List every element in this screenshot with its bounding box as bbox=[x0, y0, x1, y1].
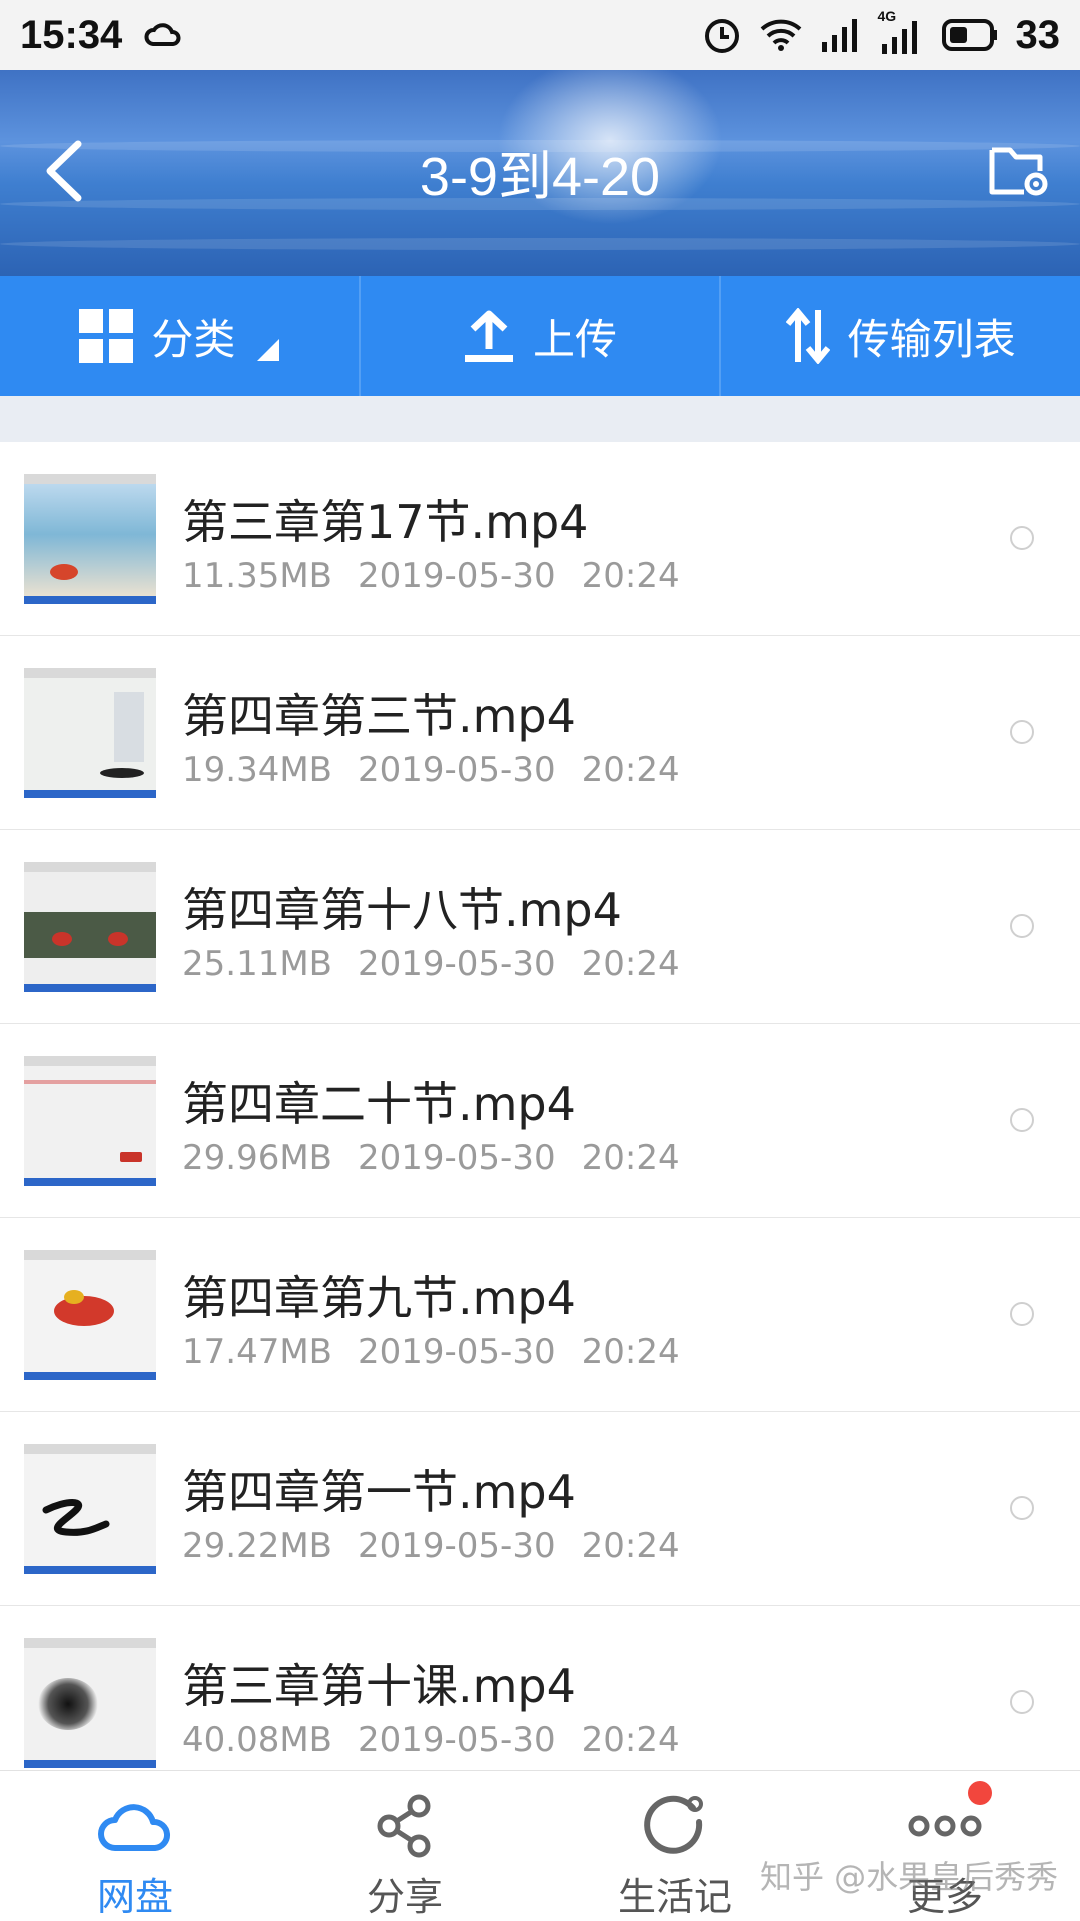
alarm-icon bbox=[702, 15, 742, 55]
select-radio[interactable] bbox=[1010, 526, 1034, 550]
category-label: 分类 bbox=[151, 314, 236, 364]
file-time: 20:24 bbox=[581, 944, 680, 984]
upload-label: 上传 bbox=[533, 314, 618, 364]
file-name: 第四章第一节.mp4 bbox=[182, 1465, 576, 1519]
bottom-nav: 网盘 分享 生活记 更多 bbox=[0, 1770, 1080, 1921]
video-thumbnail bbox=[24, 862, 156, 992]
file-meta: 17.47MB 2019-05-30 20:24 bbox=[182, 1332, 680, 1372]
file-name: 第三章第17节.mp4 bbox=[182, 495, 589, 549]
video-thumbnail bbox=[24, 1638, 156, 1768]
nav-label: 网盘 bbox=[96, 1875, 173, 1919]
notification-badge bbox=[968, 1781, 992, 1805]
category-button[interactable]: 分类 bbox=[0, 276, 359, 396]
file-time: 20:24 bbox=[581, 1138, 680, 1178]
file-time: 20:24 bbox=[581, 556, 680, 596]
battery-level: 33 bbox=[1015, 12, 1061, 57]
select-radio[interactable] bbox=[1010, 1690, 1034, 1714]
file-meta: 40.08MB 2019-05-30 20:24 bbox=[182, 1720, 680, 1760]
select-radio[interactable] bbox=[1010, 1496, 1034, 1520]
toolbar: 分类 上传 传输列表 bbox=[0, 276, 1080, 396]
select-radio[interactable] bbox=[1010, 1108, 1034, 1132]
file-meta: 25.11MB 2019-05-30 20:24 bbox=[182, 944, 680, 984]
page-title: 3-9到4-20 bbox=[419, 147, 661, 207]
file-size: 40.08MB bbox=[182, 1720, 332, 1760]
file-row[interactable]: 第四章第九节.mp4 17.47MB 2019-05-30 20:24 bbox=[0, 1218, 1080, 1412]
caret-icon bbox=[257, 339, 280, 361]
file-list: 第三章第17节.mp4 11.35MB 2019-05-30 20:24 第四章第三… bbox=[0, 442, 1080, 1800]
video-thumbnail bbox=[24, 668, 156, 798]
file-row[interactable]: 第四章第三节.mp4 19.34MB 2019-05-30 20:24 bbox=[0, 636, 1080, 830]
file-time: 20:24 bbox=[581, 1332, 680, 1372]
cloud-icon bbox=[97, 1793, 173, 1858]
watermark: 知乎 @水果皇后秀秀 bbox=[760, 1858, 1059, 1896]
4g-signal-icon: 4G bbox=[878, 8, 924, 54]
file-time: 20:24 bbox=[581, 1526, 680, 1566]
refresh-circle-icon bbox=[643, 1793, 707, 1858]
nav-item-life-notes[interactable]: 生活记 bbox=[540, 1771, 810, 1921]
toolbar-divider-strip bbox=[0, 396, 1080, 442]
video-thumbnail bbox=[24, 474, 156, 604]
file-date: 2019-05-30 bbox=[358, 1332, 556, 1372]
folder-settings-button[interactable] bbox=[988, 140, 1052, 200]
file-name: 第四章第三节.mp4 bbox=[182, 689, 576, 743]
status-time: 15:34 bbox=[20, 12, 123, 57]
folder-settings-icon bbox=[989, 147, 1048, 196]
file-time: 20:24 bbox=[581, 750, 680, 790]
file-size: 19.34MB bbox=[182, 750, 332, 790]
transfer-list-button[interactable]: 传输列表 bbox=[719, 276, 1080, 396]
nav-item-more[interactable]: 更多 bbox=[810, 1771, 1080, 1921]
file-time: 20:24 bbox=[581, 1720, 680, 1760]
network-type-label: 4G bbox=[877, 8, 897, 24]
file-meta: 19.34MB 2019-05-30 20:24 bbox=[182, 750, 680, 790]
nav-item-share[interactable]: 分享 bbox=[270, 1771, 540, 1921]
file-name: 第四章第九节.mp4 bbox=[182, 1271, 576, 1325]
signal-icon bbox=[820, 18, 860, 52]
file-size: 29.22MB bbox=[182, 1526, 332, 1566]
file-name: 第四章第十八节.mp4 bbox=[182, 883, 622, 937]
file-row[interactable]: 第四章第十八节.mp4 25.11MB 2019-05-30 20:24 bbox=[0, 830, 1080, 1024]
file-meta: 11.35MB 2019-05-30 20:24 bbox=[182, 556, 680, 596]
upload-button[interactable]: 上传 bbox=[358, 276, 720, 396]
video-thumbnail bbox=[24, 1250, 156, 1380]
nav-item-netdisk[interactable]: 网盘 bbox=[0, 1771, 270, 1921]
video-thumbnail bbox=[24, 1056, 156, 1186]
wifi-icon bbox=[760, 18, 802, 52]
select-radio[interactable] bbox=[1010, 720, 1034, 744]
grid-icon bbox=[79, 309, 134, 363]
cloud-sync-icon bbox=[144, 20, 182, 50]
brush-stroke-graphic bbox=[42, 1499, 110, 1536]
file-meta: 29.96MB 2019-05-30 20:24 bbox=[182, 1138, 680, 1178]
status-bar: 15:34 4G 33 bbox=[0, 0, 1080, 70]
file-date: 2019-05-30 bbox=[358, 556, 556, 596]
share-icon bbox=[375, 1793, 435, 1858]
file-row[interactable]: 第四章二十节.mp4 29.96MB 2019-05-30 20:24 bbox=[0, 1024, 1080, 1218]
transfer-label: 传输列表 bbox=[847, 314, 1016, 364]
file-size: 11.35MB bbox=[182, 556, 332, 596]
file-row[interactable]: 第三章第17节.mp4 11.35MB 2019-05-30 20:24 bbox=[0, 442, 1080, 636]
video-thumbnail bbox=[24, 1444, 156, 1574]
select-radio[interactable] bbox=[1010, 914, 1034, 938]
upload-icon bbox=[465, 310, 513, 362]
file-size: 29.96MB bbox=[182, 1138, 332, 1178]
transfer-arrows-icon bbox=[785, 308, 830, 364]
nav-label: 生活记 bbox=[617, 1875, 732, 1919]
file-name: 第四章二十节.mp4 bbox=[182, 1077, 576, 1131]
file-date: 2019-05-30 bbox=[358, 1138, 556, 1178]
file-date: 2019-05-30 bbox=[358, 944, 556, 984]
battery-icon bbox=[941, 19, 998, 51]
header-wave bbox=[0, 238, 1080, 250]
file-size: 17.47MB bbox=[182, 1332, 332, 1372]
file-row[interactable]: 第四章第一节.mp4 29.22MB 2019-05-30 20:24 bbox=[0, 1412, 1080, 1606]
select-radio[interactable] bbox=[1010, 1302, 1034, 1326]
file-date: 2019-05-30 bbox=[358, 750, 556, 790]
header: 3-9到4-20 bbox=[0, 70, 1080, 276]
more-dots-icon bbox=[907, 1793, 983, 1858]
file-meta: 29.22MB 2019-05-30 20:24 bbox=[182, 1526, 680, 1566]
nav-label: 分享 bbox=[366, 1875, 443, 1919]
file-date: 2019-05-30 bbox=[358, 1526, 556, 1566]
file-size: 25.11MB bbox=[182, 944, 332, 984]
file-name: 第三章第十课.mp4 bbox=[182, 1659, 576, 1713]
file-date: 2019-05-30 bbox=[358, 1720, 556, 1760]
